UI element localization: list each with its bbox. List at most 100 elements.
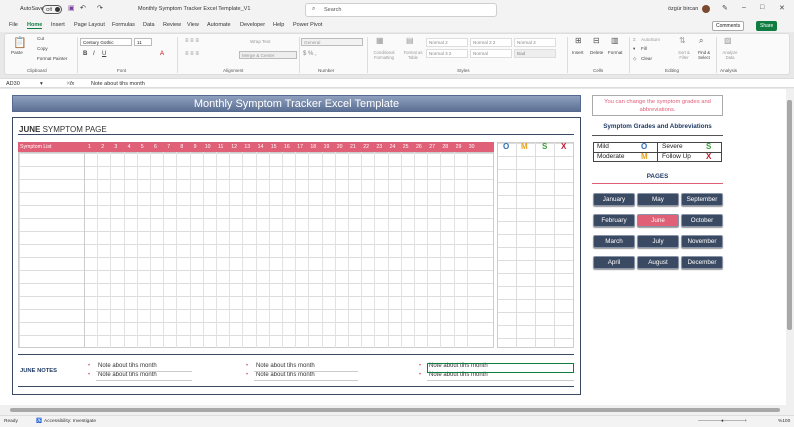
format-painter-button[interactable]: Format Painter [37, 56, 67, 61]
font-size-select[interactable]: 11 [134, 38, 152, 46]
search-box[interactable]: ⌕ Search [305, 3, 497, 17]
insert-cells-icon[interactable]: ⊞ [575, 36, 582, 45]
autosum-icon[interactable]: Σ [633, 37, 636, 42]
conditional-formatting-icon[interactable]: ▦ [376, 36, 384, 45]
menu-developer[interactable]: Developer [240, 22, 265, 28]
paste-button[interactable]: Paste [11, 50, 23, 55]
clear-button[interactable]: Clear [641, 56, 652, 61]
vertical-scroll-thumb[interactable] [787, 100, 792, 330]
analyze-data-icon[interactable]: ▨ [724, 36, 732, 45]
style-normal[interactable]: Normal [470, 49, 512, 58]
share-button[interactable]: Share [756, 21, 778, 31]
format-cells-button[interactable]: Format [608, 50, 623, 55]
fill-button[interactable]: Fill [641, 46, 647, 51]
menu-page-layout[interactable]: Page Layout [74, 22, 105, 28]
month-button-august[interactable]: August [637, 256, 679, 269]
format-as-table-icon[interactable]: ▤ [406, 36, 414, 45]
sort-filter-icon[interactable]: ⇅ [679, 36, 686, 45]
find-select-button[interactable]: Find & Select [693, 50, 715, 60]
name-box[interactable]: AD30 [6, 81, 20, 87]
pen-icon[interactable]: ✎ [722, 4, 728, 12]
accessibility-icon[interactable]: ♿ [36, 419, 42, 424]
merge-center-button[interactable]: Merge & Center [239, 51, 297, 59]
month-button-may[interactable]: May [637, 193, 679, 206]
style-normal-3-2[interactable]: Normal 3 2 [426, 49, 468, 58]
active-cell[interactable] [427, 363, 574, 373]
month-button-june[interactable]: June [637, 214, 679, 227]
italic-icon[interactable]: I [93, 51, 95, 57]
day-header: 5 [140, 144, 144, 150]
format-cells-icon[interactable]: ▥ [611, 36, 619, 45]
day-header: 15 [270, 144, 277, 150]
style-normal-2-2[interactable]: Normal 2 2 [470, 38, 512, 47]
comments-button[interactable]: Comments [712, 21, 745, 31]
month-button-july[interactable]: July [637, 235, 679, 248]
menu-formulas[interactable]: Formulas [112, 22, 135, 28]
format-as-table-button[interactable]: Format as Table [401, 50, 425, 60]
horizontal-scroll-thumb[interactable] [10, 408, 780, 412]
insert-cells-button[interactable]: Insert [572, 50, 584, 55]
currency-icon[interactable]: $ % , [303, 51, 317, 57]
font-name-select[interactable]: Century Gothic [80, 38, 132, 46]
number-format-select[interactable]: General [301, 38, 363, 46]
note-item[interactable]: Note about tihs month [88, 372, 157, 378]
month-button-december[interactable]: December [681, 256, 723, 269]
style-bad[interactable]: Bad [514, 49, 556, 58]
fill-icon[interactable]: ▾ [633, 46, 635, 52]
month-button-february[interactable]: February [593, 214, 635, 227]
menu-power-pivot[interactable]: Power Pivot [293, 22, 322, 28]
close-icon[interactable]: ✕ [779, 4, 785, 12]
month-button-september[interactable]: September [681, 193, 723, 206]
fx-label[interactable]: fx [70, 81, 74, 87]
maximize-icon[interactable]: □ [760, 4, 764, 11]
find-select-icon[interactable]: ⌕ [699, 36, 703, 46]
autosum-button[interactable]: AutoSum [641, 37, 660, 42]
underline-icon[interactable]: U [102, 51, 106, 57]
menu-review[interactable]: Review [163, 22, 181, 28]
align-left-icon[interactable]: ≡ ≡ ≡ [185, 51, 199, 57]
redo-icon[interactable]: ↷ [97, 4, 103, 12]
menu-help[interactable]: Help [273, 22, 284, 28]
menu-data[interactable]: Data [143, 22, 155, 28]
clear-icon[interactable]: ◇ [633, 56, 637, 62]
copy-button[interactable]: Copy [37, 46, 48, 51]
zoom-slider[interactable]: –──────●──────+ [698, 419, 747, 424]
analysis-group-label: Analysis [720, 68, 738, 73]
month-button-april[interactable]: April [593, 256, 635, 269]
accessibility-status[interactable]: Accessibility: Investigate [44, 419, 96, 424]
bold-icon[interactable]: B [83, 51, 87, 57]
month-button-november[interactable]: November [681, 235, 723, 248]
undo-icon[interactable]: ↶ [80, 4, 86, 12]
wrap-text-button[interactable]: Wrap Text [250, 39, 271, 44]
paste-icon[interactable]: 📋 [13, 36, 27, 49]
formula-input[interactable]: Note about tihs month [91, 81, 145, 87]
delete-cells-icon[interactable]: ⊟ [593, 36, 600, 45]
month-button-january[interactable]: January [593, 193, 635, 206]
cut-button[interactable]: Cut [37, 36, 44, 41]
style-normal-3[interactable]: Normal 3 [514, 38, 556, 47]
delete-cells-button[interactable]: Delete [590, 50, 603, 55]
analyze-data-button[interactable]: Analyze Data [719, 50, 741, 60]
note-item[interactable]: Note about tihs month [88, 363, 157, 369]
avatar[interactable] [702, 5, 710, 13]
minimize-icon[interactable]: – [742, 4, 746, 11]
font-color-icon[interactable]: A [160, 51, 164, 57]
menu-insert[interactable]: Insert [51, 22, 65, 28]
day-header: 27 [429, 144, 435, 150]
style-normal-2[interactable]: Normal 2 [426, 38, 468, 47]
align-top-icon[interactable]: ≡ ≡ ≡ [185, 38, 199, 44]
note-item[interactable]: Note about tihs month [246, 363, 315, 369]
month-button-october[interactable]: October [681, 214, 723, 227]
menu-view[interactable]: View [187, 22, 199, 28]
save-icon[interactable]: ▣ [68, 4, 75, 12]
autosave-toggle[interactable]: Off [42, 5, 62, 14]
conditional-formatting-button[interactable]: Conditional Formatting [368, 50, 400, 60]
note-item[interactable]: Note about tihs month [246, 372, 315, 378]
zoom-level[interactable]: %100 [778, 419, 790, 424]
name-box-dropdown-icon[interactable]: ▾ [40, 81, 43, 87]
sort-filter-button[interactable]: Sort & Filter [674, 50, 694, 60]
menu-home[interactable]: Home [27, 22, 43, 29]
month-button-march[interactable]: March [593, 235, 635, 248]
menu-automate[interactable]: Automate [207, 22, 231, 28]
menu-file[interactable]: File [9, 22, 18, 28]
